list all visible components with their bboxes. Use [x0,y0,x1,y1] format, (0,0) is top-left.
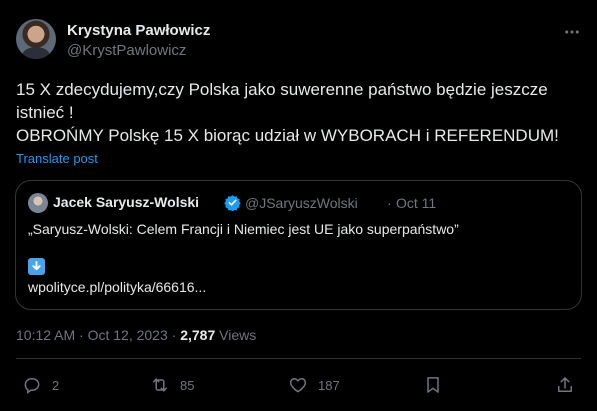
quoted-link[interactable]: wpolityce.pl/polityka/66616... [28,279,206,295]
post: Krystyna Pawłowicz @KrystPawlowicz 15 X … [0,0,597,411]
reply-icon [24,377,40,395]
share-icon [558,377,572,392]
verified-icon [224,194,241,212]
post-text-line: OBROŃMY Polskę 15 X biorąc udział w WYBO… [16,126,559,145]
views-label: Views [215,327,257,343]
timestamp[interactable]: 10:12 AM · Oct 12, 2023 · [16,327,180,343]
author-avatar[interactable] [16,19,56,59]
like-icon [289,378,307,393]
quoted-author-name: Jacek Saryusz-Wolski [53,194,200,210]
quoted-author-handle: @JSaryuszWolski [245,195,358,211]
bookmark-button[interactable] [423,374,443,396]
quoted-text: „Saryusz-Wolski: Celem Francji i Niemiec… [28,221,459,237]
divider [16,358,581,359]
quoted-date: Oct 11 [396,195,437,211]
translate-link[interactable]: Translate post [16,151,98,166]
arrow-down-icon [28,258,45,275]
repost-button[interactable]: 85 [150,374,194,396]
separator-dot: · [387,195,392,211]
repost-count: 85 [180,377,195,393]
like-count: 187 [318,377,340,393]
quoted-post[interactable]: Jacek Saryusz-Wolski @JSaryuszWolski · O… [15,180,582,310]
post-text-line: istnieć ! [16,103,74,122]
views-count: 2,787 [180,327,216,343]
author-name[interactable]: Krystyna Pawłowicz [67,22,210,39]
post-text-line: 15 X zdecydujemy,czy Polska jako suweren… [16,80,548,99]
post-text: 15 X zdecydujemy,czy Polska jako suweren… [16,78,586,147]
share-button[interactable] [555,374,575,396]
like-button[interactable]: 187 [288,374,340,396]
reply-button[interactable]: 2 [22,374,59,396]
repost-icon [153,378,167,392]
bookmark-icon [427,377,439,393]
more-icon[interactable] [560,20,584,44]
post-meta: 10:12 AM · Oct 12, 2023 · 2,787 Views [16,327,256,343]
author-handle[interactable]: @KrystPawlowicz [67,42,186,59]
reply-count: 2 [52,377,60,393]
quoted-avatar [28,193,48,213]
